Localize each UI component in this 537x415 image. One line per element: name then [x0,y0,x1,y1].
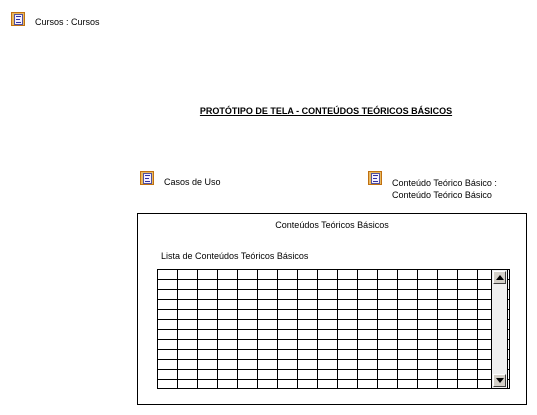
diagram-link-icon[interactable] [140,171,154,185]
list-label: Lista de Conteúdos Teóricos Básicos [161,251,309,261]
scroll-down-button[interactable] [493,374,506,387]
window-title: Conteúdos Teóricos Básicos [275,220,389,230]
diagram-link-icon[interactable] [11,12,25,26]
detail-link-line1: Conteúdo Teórico Básico : [392,178,497,188]
scroll-up-button[interactable] [493,271,506,284]
vertical-scrollbar[interactable] [491,269,508,389]
use-cases-link[interactable]: Casos de Uso [164,177,221,187]
arrow-down-icon [496,378,504,383]
detail-diagram-link[interactable]: Conteúdo Teórico Básico : Conteúdo Teóri… [392,177,497,201]
arrow-up-icon [496,275,504,280]
diagram-link-icon[interactable] [368,171,382,185]
page-title: PROTÓTIPO DE TELA - CONTEÚDOS TEÓRICOS B… [199,106,453,116]
contents-table-grid[interactable] [157,269,510,389]
header-link-cursos[interactable]: Cursos : Cursos [35,17,100,27]
detail-link-line2: Conteúdo Teórico Básico [392,190,492,200]
prototype-window: Conteúdos Teóricos Básicos Lista de Cont… [137,213,527,405]
